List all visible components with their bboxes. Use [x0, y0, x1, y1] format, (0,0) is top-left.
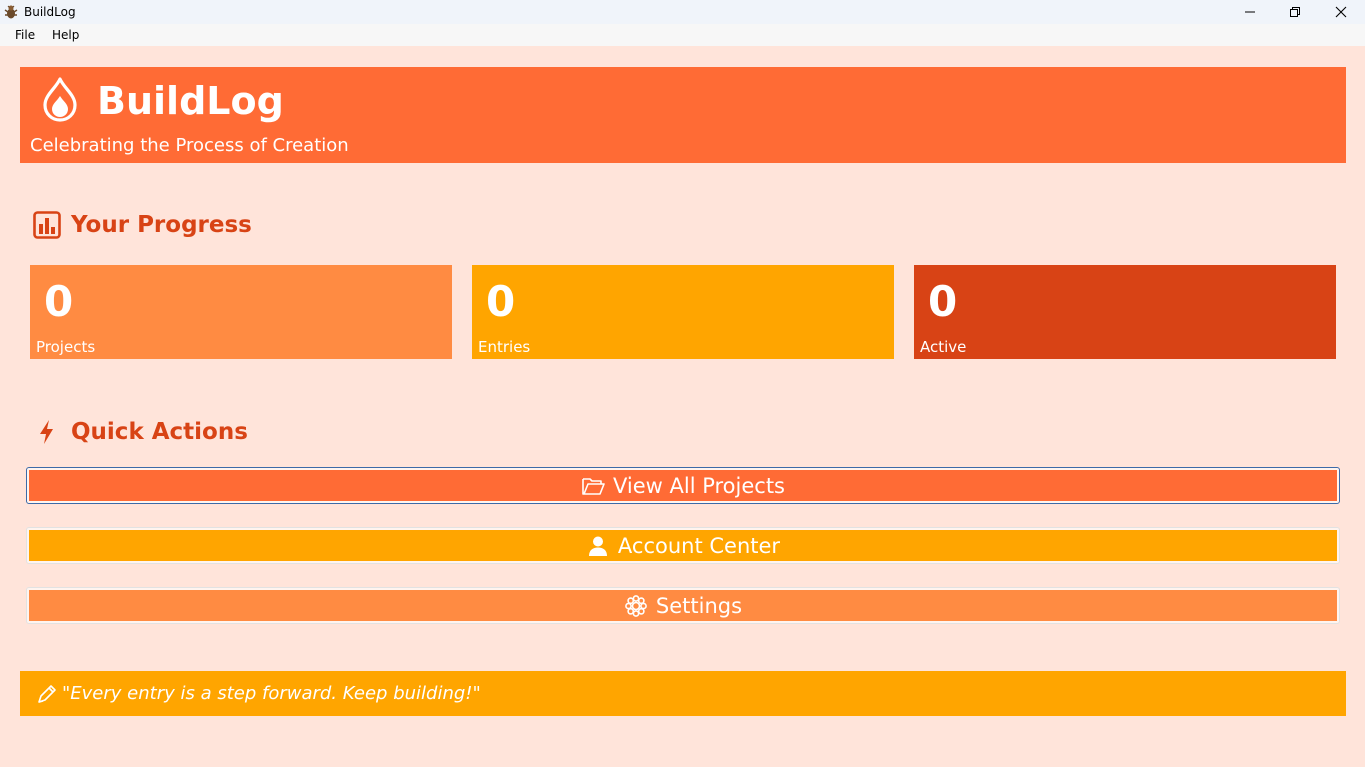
button-face: Account Center	[29, 530, 1337, 561]
stat-card-projects: 0 Projects	[30, 265, 452, 359]
stat-value: 0	[44, 277, 74, 326]
close-button[interactable]	[1318, 0, 1364, 24]
quick-actions-heading: Quick Actions	[33, 418, 248, 446]
button-label: Settings	[655, 593, 743, 618]
header-banner: BuildLog Celebrating the Process of Crea…	[20, 67, 1346, 163]
button-label: View All Projects	[612, 473, 785, 498]
stat-card-entries: 0 Entries	[472, 265, 894, 359]
stat-label: Entries	[478, 338, 531, 356]
folder-open-icon	[581, 474, 605, 498]
pen-icon	[36, 683, 58, 705]
app-title: BuildLog	[97, 79, 284, 123]
menu-file[interactable]: File	[15, 27, 35, 43]
restore-button[interactable]	[1272, 0, 1318, 24]
quick-actions-title: Quick Actions	[71, 419, 248, 445]
stat-value: 0	[486, 277, 516, 326]
menu-help[interactable]: Help	[52, 27, 79, 43]
account-center-button[interactable]: Account Center	[26, 527, 1340, 564]
restore-icon	[1289, 3, 1301, 22]
user-icon	[586, 534, 610, 558]
button-face: Settings	[29, 590, 1337, 621]
progress-heading: Your Progress	[33, 211, 252, 239]
stat-label: Projects	[36, 338, 96, 356]
bug-icon	[3, 4, 19, 20]
app-subtitle: Celebrating the Process of Creation	[30, 135, 349, 156]
stat-value: 0	[928, 277, 958, 326]
minimize-button[interactable]	[1227, 0, 1273, 24]
gear-icon	[624, 594, 648, 618]
minimize-icon	[1244, 3, 1256, 22]
title-bar: BuildLog	[0, 0, 1365, 24]
progress-title: Your Progress	[71, 212, 252, 238]
quote-text: "Every entry is a step forward. Keep bui…	[62, 683, 481, 704]
bar-chart-icon	[33, 211, 61, 239]
close-icon	[1335, 3, 1347, 22]
menu-bar: File Help	[0, 24, 1365, 46]
settings-button[interactable]: Settings	[26, 587, 1340, 624]
stat-label: Active	[920, 338, 967, 356]
view-all-projects-button[interactable]: View All Projects	[26, 467, 1340, 504]
button-face: View All Projects	[29, 470, 1337, 501]
flame-icon	[40, 76, 80, 122]
motivational-quote-bar: "Every entry is a step forward. Keep bui…	[20, 671, 1346, 716]
stat-card-active: 0 Active	[914, 265, 1336, 359]
button-label: Account Center	[617, 533, 781, 558]
window-title: BuildLog	[24, 5, 76, 19]
lightning-icon	[33, 418, 61, 446]
